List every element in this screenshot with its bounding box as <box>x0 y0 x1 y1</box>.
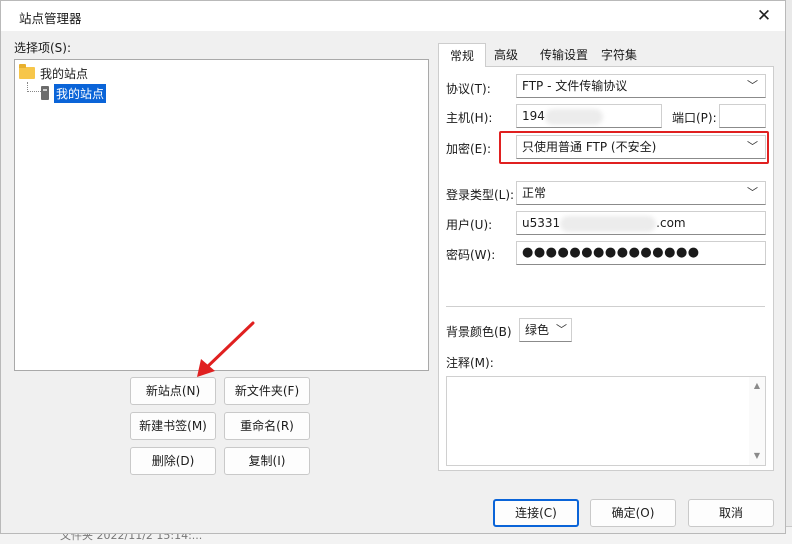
tab-advanced[interactable]: 高级 <box>486 43 526 67</box>
delete-button[interactable]: 删除(D) <box>130 447 216 475</box>
copy-button[interactable]: 复制(I) <box>224 447 310 475</box>
comments-textarea[interactable]: ▲ ▼ <box>446 376 766 466</box>
ok-button[interactable]: 确定(O) <box>590 499 676 527</box>
scrollbar[interactable]: ▲ ▼ <box>749 377 765 465</box>
scroll-down-icon[interactable]: ▼ <box>749 449 765 463</box>
new-site-button[interactable]: 新站点(N) <box>130 377 216 405</box>
tree-connector <box>27 82 41 92</box>
chevron-down-icon: ﹀ <box>747 79 758 92</box>
logon-type-label: 登录类型(L): <box>446 188 515 202</box>
rename-button[interactable]: 重命名(R) <box>224 412 310 440</box>
server-icon <box>41 86 49 100</box>
tree-site-label: 我的站点 <box>54 83 107 103</box>
tab-charset[interactable]: 字符集 <box>596 43 642 67</box>
protocol-label: 协议(T): <box>446 82 491 96</box>
site-manager-dialog: 站点管理器 ✕ 选择项(S): 我的站点 我的站点 新站点(N) 新文件夹(F)… <box>0 0 786 534</box>
close-icon[interactable]: ✕ <box>751 3 777 29</box>
user-value-prefix: u5331 <box>522 216 561 230</box>
tree-folder-my-sites[interactable]: 我的站点 <box>19 64 88 82</box>
port-label: 端口(P): <box>672 111 717 125</box>
tab-general[interactable]: 常规 <box>438 43 486 67</box>
host-value: 194 <box>522 109 545 123</box>
password-label: 密码(W): <box>446 248 496 262</box>
connect-button[interactable]: 连接(C) <box>493 499 579 527</box>
red-arrow-annotation <box>197 321 255 377</box>
new-bookmark-button[interactable]: 新建书签(M) <box>130 412 216 440</box>
bg-color-value: 绿色 <box>525 323 550 337</box>
protocol-select[interactable]: FTP - 文件传输协议 ﹀ <box>516 74 766 98</box>
user-value-suffix: .com <box>656 216 686 230</box>
host-label: 主机(H): <box>446 111 493 125</box>
title-bar: 站点管理器 ✕ <box>1 1 785 31</box>
tree-folder-label: 我的站点 <box>40 66 89 81</box>
password-input[interactable]: ●●●●●●●●●●●●●●● <box>516 241 766 265</box>
folder-icon <box>19 64 35 79</box>
chevron-down-icon: ﹀ <box>747 186 758 199</box>
encryption-label: 加密(E): <box>446 142 491 156</box>
window-title: 站点管理器 <box>19 11 82 26</box>
bg-color-label: 背景颜色(B) <box>446 325 512 339</box>
new-folder-button[interactable]: 新文件夹(F) <box>224 377 310 405</box>
scroll-up-icon[interactable]: ▲ <box>749 379 765 393</box>
tab-transfer-settings[interactable]: 传输设置 <box>534 43 594 67</box>
user-label: 用户(U): <box>446 218 493 232</box>
host-input[interactable]: 194 <box>516 104 662 128</box>
comments-label: 注释(M): <box>446 356 494 370</box>
logon-type-value: 正常 <box>522 186 547 200</box>
highlight-annotation-box <box>499 131 769 164</box>
select-entry-label: 选择项(S): <box>14 41 72 55</box>
protocol-value: FTP - 文件传输协议 <box>522 79 628 93</box>
section-divider <box>446 306 765 307</box>
bg-color-select[interactable]: 绿色 ﹀ <box>519 318 572 342</box>
logon-type-select[interactable]: 正常 ﹀ <box>516 181 766 205</box>
cancel-button[interactable]: 取消 <box>688 499 774 527</box>
redacted-host <box>544 108 603 125</box>
redacted-user <box>560 215 657 232</box>
chevron-down-icon: ﹀ <box>556 323 567 336</box>
tree-site-my-site[interactable]: 我的站点 <box>41 83 107 103</box>
port-input[interactable] <box>719 104 766 128</box>
user-input[interactable]: u5331 .com <box>516 211 766 235</box>
